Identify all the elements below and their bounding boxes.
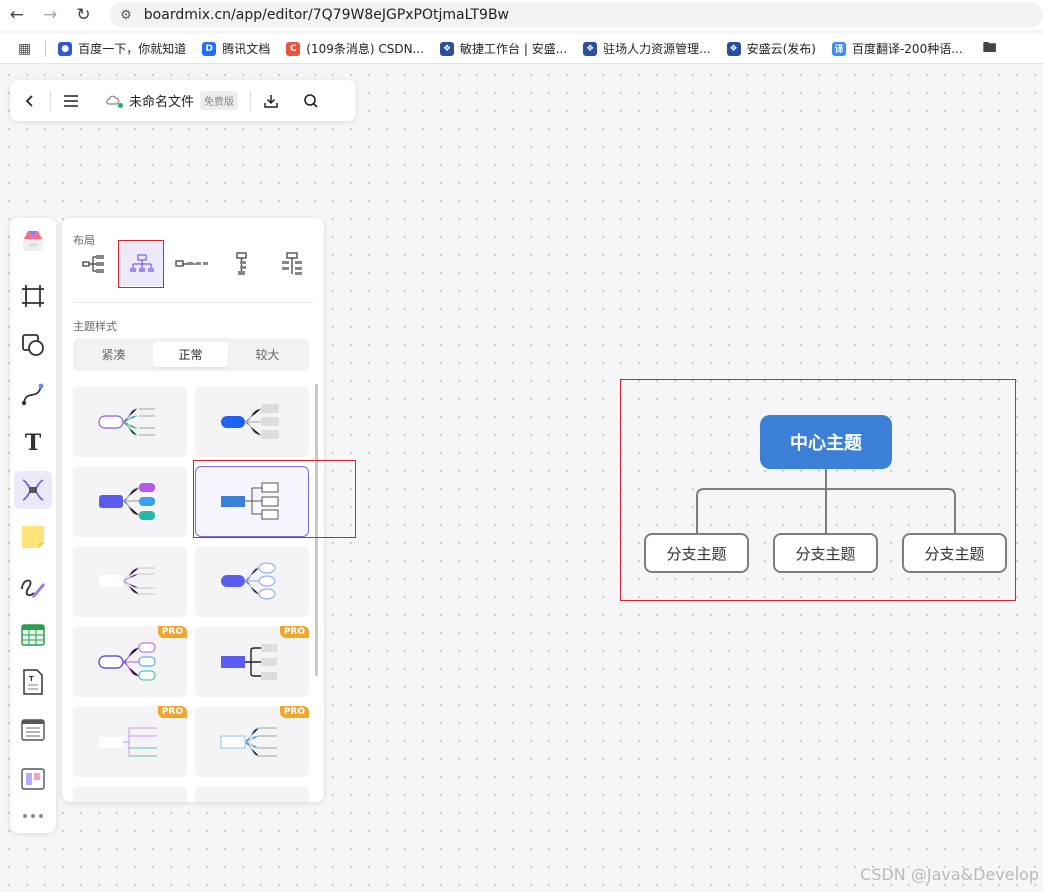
mindmap-branch-topic[interactable]: 分支主题 xyxy=(644,533,749,573)
watermark: CSDN @Java&Develop xyxy=(860,865,1039,884)
mindmap-branch-topic[interactable]: 分支主题 xyxy=(773,533,878,573)
mindmap-branch-topic[interactable]: 分支主题 xyxy=(902,533,1007,573)
mindmap-central-topic[interactable]: 中心主题 xyxy=(760,415,892,469)
